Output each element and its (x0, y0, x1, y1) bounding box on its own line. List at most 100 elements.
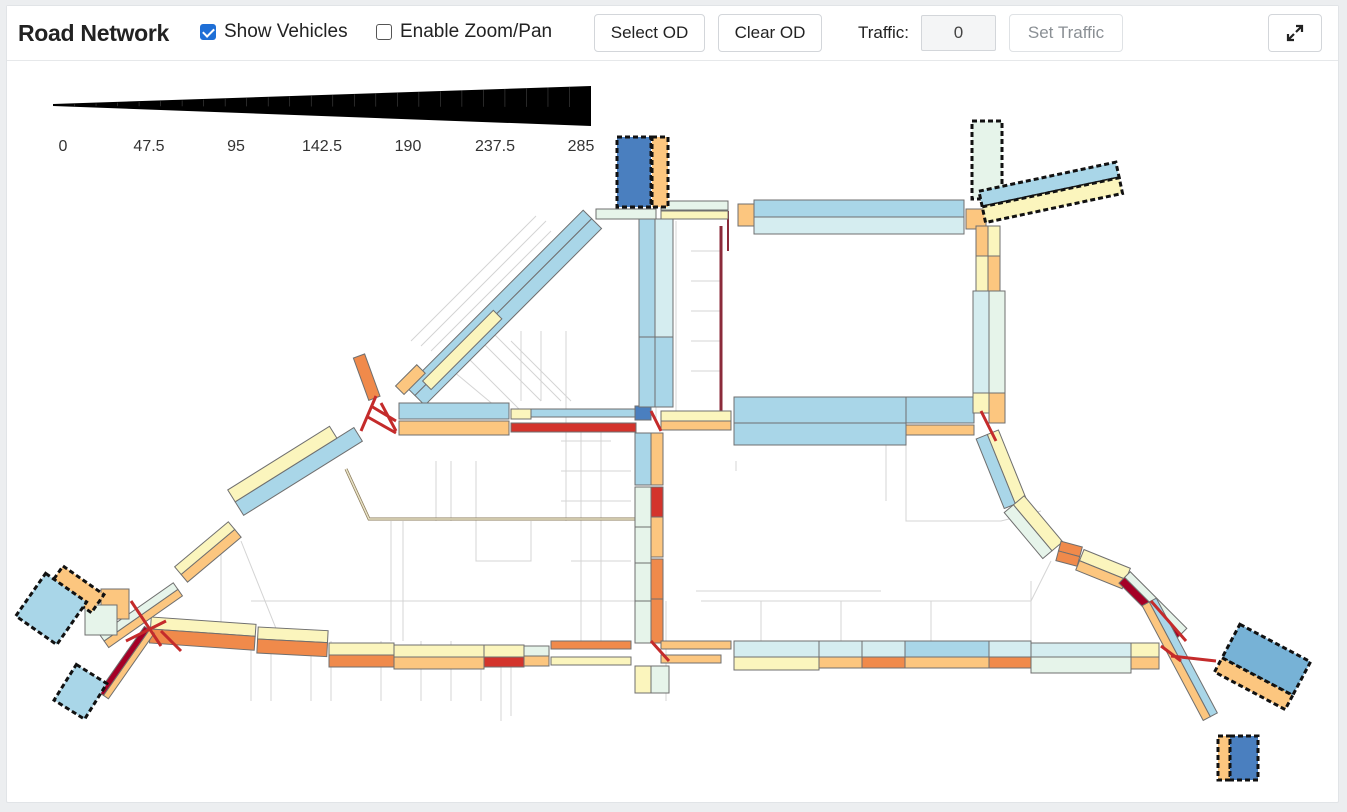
enable-zoom-pan-checkbox[interactable]: Enable Zoom/Pan (376, 21, 552, 43)
road-segment (398, 402, 510, 420)
road-segment (510, 408, 532, 420)
toolbar: Road Network Show Vehicles Enable Zoom/P… (7, 6, 1338, 61)
road-segment (818, 656, 863, 669)
od-zone (52, 662, 109, 722)
road-segment (660, 210, 729, 220)
road-segment (660, 200, 729, 211)
road-segment (550, 656, 632, 666)
road-segment (638, 218, 656, 338)
road-segment (987, 225, 1001, 257)
road-segment (328, 642, 395, 656)
scale-tick-label: 95 (227, 138, 245, 155)
road-segment (530, 408, 637, 418)
road-segment (654, 218, 674, 338)
road-segment (861, 656, 906, 669)
road-segment (753, 216, 965, 235)
congested-links (125, 395, 1217, 663)
road-segment (1130, 656, 1160, 670)
checkbox-checked-icon[interactable] (200, 24, 216, 40)
road-segment (550, 640, 632, 650)
road-segment (398, 420, 510, 436)
od-zone (650, 135, 670, 209)
road-segment (523, 655, 550, 667)
road-segment (523, 645, 550, 657)
road-segment (510, 422, 637, 433)
road-segment (328, 654, 395, 668)
road-segment (256, 638, 329, 658)
scale-tick-label: 237.5 (475, 138, 515, 155)
show-vehicles-label: Show Vehicles (224, 21, 348, 42)
road-segment (650, 516, 664, 558)
road-segment (733, 422, 907, 446)
road-segment (634, 562, 652, 602)
road-segment (733, 640, 820, 658)
road-segment (818, 640, 863, 658)
show-vehicles-checkbox[interactable]: Show Vehicles (200, 21, 348, 43)
road-segment (234, 426, 364, 517)
road-segment (905, 424, 975, 436)
road-segment (634, 665, 652, 694)
road-segment (972, 392, 990, 414)
road-segment (737, 203, 755, 227)
road-segment (861, 640, 906, 658)
road-segment (660, 640, 732, 650)
road-segment (483, 644, 525, 658)
traffic-label: Traffic: (858, 23, 910, 42)
expand-icon (1286, 24, 1304, 42)
road-segment (634, 600, 652, 644)
road-network-map[interactable]: 0 47.5 95 142.5 190 237.5 285 (7, 61, 1338, 803)
road-segment (904, 656, 990, 669)
road-segment (654, 336, 674, 408)
checkbox-unchecked-icon[interactable] (376, 24, 392, 40)
road-segment (634, 526, 652, 564)
road-segment (634, 432, 652, 486)
road-segment (987, 255, 1001, 292)
panel-title: Road Network (18, 20, 170, 46)
road-segment (393, 644, 485, 658)
road-segment (634, 486, 652, 528)
road-segment (988, 392, 1006, 424)
select-od-button[interactable]: Select OD (594, 14, 705, 52)
road-segment (638, 336, 656, 408)
road-segment (405, 209, 593, 397)
road-segment (660, 410, 732, 422)
road-segment (988, 290, 1006, 394)
road-segment (650, 665, 670, 694)
road-segment (393, 656, 485, 670)
od-zone (1228, 734, 1260, 782)
road-segment (733, 656, 820, 671)
enable-zoom-pan-label: Enable Zoom/Pan (400, 21, 553, 42)
road-segment (650, 486, 664, 518)
road-segment (483, 656, 525, 668)
road-segment (988, 640, 1032, 658)
road-segment (733, 396, 907, 424)
clear-od-button[interactable]: Clear OD (718, 14, 822, 52)
road-network-panel: Road Network Show Vehicles Enable Zoom/P… (6, 5, 1339, 803)
scale-tick-label: 142.5 (302, 138, 342, 155)
expand-button[interactable] (1268, 14, 1322, 52)
road-segment (660, 420, 732, 431)
road-segment (1130, 642, 1160, 658)
road-segment (988, 656, 1032, 669)
od-zone (1216, 734, 1232, 782)
road-segment (972, 290, 990, 394)
road-segment (650, 598, 664, 644)
road-segment (753, 199, 965, 218)
road-segment (595, 208, 657, 220)
od-zone (615, 135, 653, 209)
scale-tick-label: 47.5 (133, 138, 164, 155)
road-segment (1030, 656, 1132, 674)
road-segment (904, 640, 990, 658)
set-traffic-button[interactable]: Set Traffic (1009, 14, 1123, 52)
road-segment (660, 654, 722, 664)
road-segment (905, 396, 975, 424)
road-segment (650, 558, 664, 600)
scale-legend: 0 47.5 95 142.5 190 237.5 285 (53, 86, 594, 155)
scale-tick-label: 190 (395, 138, 422, 155)
scale-tick-label: 0 (59, 138, 68, 155)
scale-wedge (53, 86, 591, 126)
road-segment (975, 255, 989, 292)
traffic-input[interactable] (921, 15, 996, 51)
road-segment (1030, 642, 1132, 658)
road-segment (352, 353, 381, 401)
